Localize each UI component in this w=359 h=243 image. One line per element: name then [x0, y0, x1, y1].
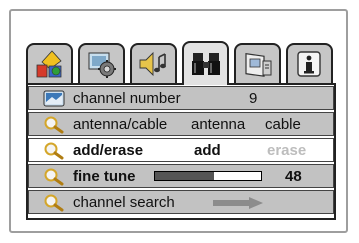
menu-row-antenna-cable[interactable]: antenna/cable antenna cable: [28, 112, 334, 136]
tab-shapes[interactable]: [26, 43, 73, 83]
binoculars-icon: [191, 53, 220, 75]
antenna-cable-label: antenna/cable: [73, 116, 168, 133]
antenna-option[interactable]: antenna: [191, 116, 245, 133]
info-icon: [296, 51, 321, 77]
channel-menu: channel number 9 antenna/cable antenna c…: [26, 83, 336, 220]
menu-row-add-erase[interactable]: add/erase add erase: [28, 138, 334, 162]
erase-option[interactable]: erase: [267, 142, 306, 159]
tab-audio[interactable]: [130, 43, 177, 83]
screen-icon: [244, 53, 271, 77]
tab-channels[interactable]: [182, 41, 229, 85]
fine-tune-value: 48: [285, 168, 302, 185]
right-arrow-icon[interactable]: [213, 197, 263, 209]
magnifier-icon: [44, 142, 64, 160]
add-erase-label: add/erase: [73, 142, 144, 159]
speaker-music-icon: [139, 51, 166, 77]
menu-row-channel-number[interactable]: channel number 9: [28, 86, 334, 110]
magnifier-icon: [44, 168, 64, 186]
add-option[interactable]: add: [194, 142, 221, 159]
tab-display[interactable]: [234, 43, 281, 83]
tab-info[interactable]: [286, 43, 333, 83]
fine-tune-label: fine tune: [73, 168, 136, 185]
menu-row-fine-tune[interactable]: fine tune 48: [28, 164, 334, 188]
fine-tune-slider-fill: [155, 172, 215, 180]
channel-number-label: channel number: [73, 90, 181, 107]
tv-screen-icon: [43, 90, 65, 107]
tab-settings[interactable]: [78, 43, 125, 83]
magnifier-icon: [44, 194, 64, 212]
gear-tv-icon: [88, 52, 116, 78]
channel-search-label: channel search: [73, 194, 175, 211]
fine-tune-slider[interactable]: [154, 171, 262, 181]
menu-tab-bar: [26, 41, 336, 85]
shapes-icon: [36, 50, 62, 78]
channel-number-value: 9: [249, 90, 258, 107]
magnifier-icon: [44, 116, 64, 134]
menu-row-channel-search[interactable]: channel search: [28, 190, 334, 214]
cable-option[interactable]: cable: [265, 116, 301, 133]
